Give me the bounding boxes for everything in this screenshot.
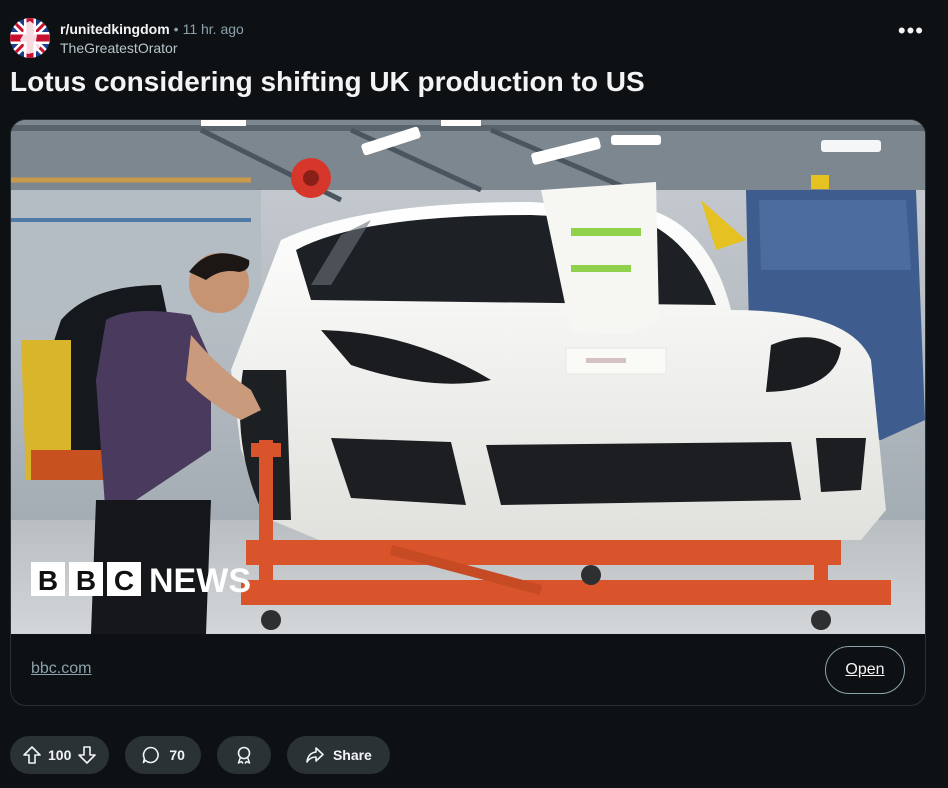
post-title[interactable]: Lotus considering shifting UK production… xyxy=(10,62,645,102)
news-wordmark: NEWS xyxy=(149,562,251,600)
link-card[interactable]: B B C NEWS bbc.com Open xyxy=(10,119,926,706)
link-domain[interactable]: bbc.com xyxy=(31,660,91,678)
comment-count: 70 xyxy=(169,747,185,763)
post-time: 11 hr. ago xyxy=(182,21,244,37)
article-thumbnail[interactable]: B B C NEWS xyxy=(11,120,925,634)
share-label: Share xyxy=(332,747,372,763)
bbc-letter-b1: B xyxy=(38,565,58,596)
bbc-letter-c: C xyxy=(114,565,134,596)
post-action-bar: 100 70 Share xyxy=(10,736,390,774)
award-icon xyxy=(234,745,254,765)
union-jack-icon xyxy=(10,18,50,58)
subreddit-avatar[interactable] xyxy=(10,18,50,58)
comments-button[interactable]: 70 xyxy=(125,736,201,774)
vote-count: 100 xyxy=(48,747,72,763)
post-author[interactable]: TheGreatestOrator xyxy=(60,39,244,57)
award-button[interactable] xyxy=(216,736,271,774)
arrow-up-icon[interactable] xyxy=(22,745,42,765)
more-options-button[interactable]: ••• xyxy=(898,20,924,42)
share-button[interactable]: Share xyxy=(286,736,390,774)
bbc-news-logo: B B C NEWS xyxy=(31,562,251,600)
vote-pill: 100 xyxy=(10,736,110,774)
open-link-button[interactable]: Open xyxy=(825,646,905,694)
speech-bubble-icon xyxy=(141,745,161,765)
share-arrow-icon xyxy=(305,745,325,765)
bbc-letter-b2: B xyxy=(76,565,96,596)
arrow-down-icon[interactable] xyxy=(77,745,97,765)
subreddit-name[interactable]: r/unitedkingdom xyxy=(60,21,170,37)
link-card-footer: bbc.com Open xyxy=(11,634,925,705)
post-header: r/unitedkingdom • 11 hr. ago TheGreatestOr… xyxy=(10,18,244,58)
meta-separator: • xyxy=(173,21,179,37)
